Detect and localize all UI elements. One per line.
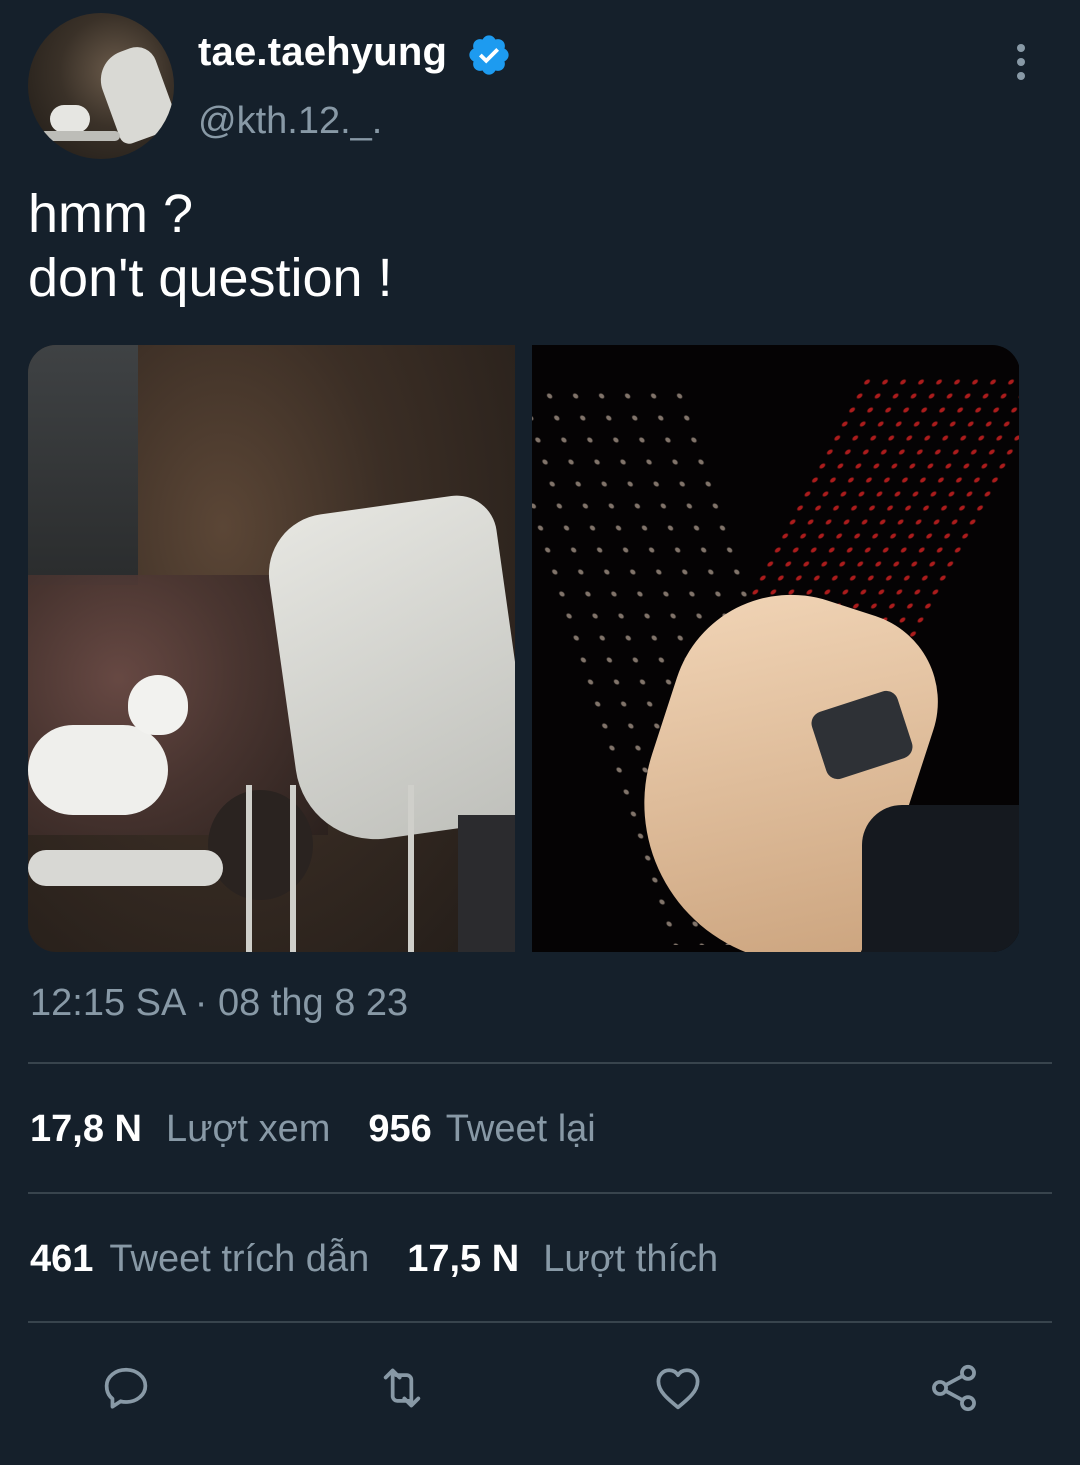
photo-rail-shape: [408, 785, 414, 952]
stats-row-2: 461 Tweet trích dẫn 17,5 N Lượt thích: [30, 1224, 718, 1294]
photo-person-head-shape: [208, 790, 313, 900]
author-display-name[interactable]: tae.taehyung: [198, 30, 447, 75]
divider: [28, 1321, 1052, 1323]
divider: [28, 1062, 1052, 1064]
stat-likes-value: 17,5 N: [407, 1237, 520, 1280]
stat-likes[interactable]: 17,5 N Lượt thích: [407, 1238, 718, 1281]
photo-person-pants-shape: [458, 815, 515, 952]
photo-rail-shape: [246, 785, 252, 952]
photo-cat-body-shape: [28, 725, 168, 815]
retweet-icon: [383, 1368, 421, 1408]
photo-sleeve-shape: [862, 805, 1019, 952]
more-dot: [1017, 72, 1025, 80]
divider: [28, 1192, 1052, 1194]
stat-quotes-label: Tweet trích dẫn: [109, 1237, 370, 1280]
stat-retweets-value: 956: [368, 1107, 432, 1150]
stat-retweets[interactable]: 956 Tweet lại: [368, 1108, 595, 1151]
media-photo-2[interactable]: [532, 345, 1019, 952]
more-dot: [1017, 58, 1025, 66]
tweet-actions-bar: [0, 1356, 1080, 1420]
verified-badge-icon: [469, 35, 509, 75]
photo-cat-head-shape: [128, 675, 188, 735]
avatar-cat-shape: [50, 105, 90, 133]
photo-rail-shape: [290, 785, 296, 952]
share-button[interactable]: [922, 1356, 986, 1420]
tweet-text: hmm ? don't question !: [28, 184, 393, 308]
stat-views[interactable]: 17,8 N Lượt xem: [30, 1108, 330, 1151]
share-icon: [932, 1364, 976, 1412]
tweet-timestamp[interactable]: 12:15 SA · 08 thg 8 23: [30, 982, 408, 1025]
more-vertical-icon[interactable]: [1000, 38, 1042, 86]
stat-views-label: Lượt xem: [165, 1107, 331, 1150]
avatar[interactable]: [28, 13, 174, 159]
tweet-header: tae.taehyung @kth.12._.: [0, 0, 1080, 170]
photo-table-shape: [28, 850, 223, 886]
media-photo-1[interactable]: [28, 345, 515, 952]
stat-quotes-value: 461: [30, 1237, 94, 1280]
tweet-media-grid: [28, 345, 1020, 952]
stat-quotes[interactable]: 461 Tweet trích dẫn: [30, 1238, 369, 1281]
reply-icon: [104, 1367, 148, 1409]
stat-retweets-label: Tweet lại: [445, 1107, 596, 1150]
heart-icon: [656, 1368, 700, 1410]
author-handle[interactable]: @kth.12._.: [198, 100, 382, 143]
stat-views-value: 17,8 N: [30, 1107, 142, 1150]
stat-likes-label: Lượt thích: [543, 1237, 719, 1280]
stats-row-1: 17,8 N Lượt xem 956 Tweet lại: [30, 1094, 596, 1164]
reply-button[interactable]: [94, 1356, 158, 1420]
like-button[interactable]: [646, 1356, 710, 1420]
avatar-table-shape: [40, 131, 120, 141]
more-dot: [1017, 44, 1025, 52]
retweet-button[interactable]: [370, 1356, 434, 1420]
photo-wall-shape: [28, 345, 138, 585]
